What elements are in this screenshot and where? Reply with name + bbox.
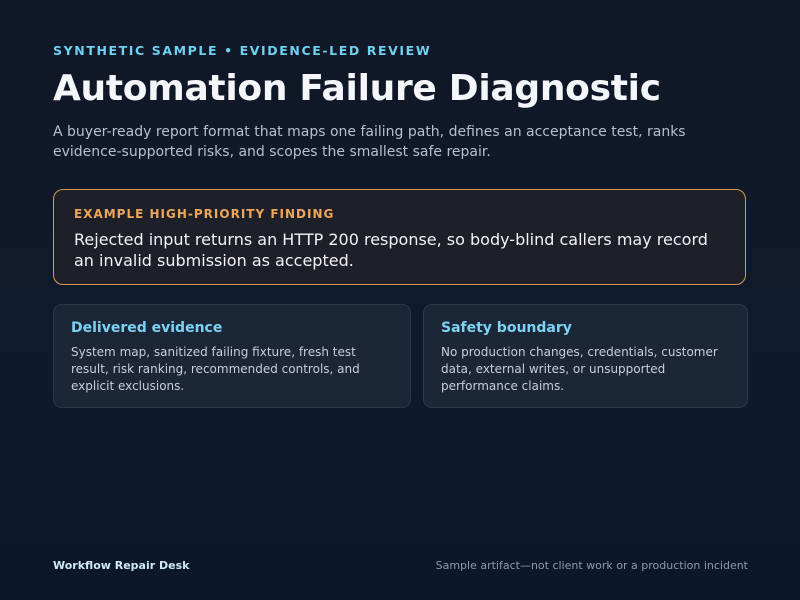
footer-brand: Workflow Repair Desk xyxy=(53,559,190,572)
finding-label: EXAMPLE HIGH-PRIORITY FINDING xyxy=(74,207,335,221)
card-title: Safety boundary xyxy=(441,320,572,336)
eyebrow-label: SYNTHETIC SAMPLE • EVIDENCE-LED REVIEW xyxy=(53,43,432,58)
finding-callout: EXAMPLE HIGH-PRIORITY FINDING Rejected i… xyxy=(53,189,746,285)
finding-text: Rejected input returns an HTTP 200 respo… xyxy=(74,230,708,270)
footer-disclaimer: Sample artifact—not client work or a pro… xyxy=(435,559,748,572)
page-subtitle: A buyer-ready report format that maps on… xyxy=(53,124,686,160)
card-title: Delivered evidence xyxy=(71,320,223,336)
page-title: Automation Failure Diagnostic xyxy=(53,68,661,109)
card-text: No production changes, credentials, cust… xyxy=(441,345,718,393)
card-text: System map, sanitized failing fixture, f… xyxy=(71,345,360,393)
safety-boundary-card: Safety boundary No production changes, c… xyxy=(423,304,748,408)
report-page: SYNTHETIC SAMPLE • EVIDENCE-LED REVIEW A… xyxy=(53,0,748,600)
delivered-evidence-card: Delivered evidence System map, sanitized… xyxy=(53,304,411,408)
